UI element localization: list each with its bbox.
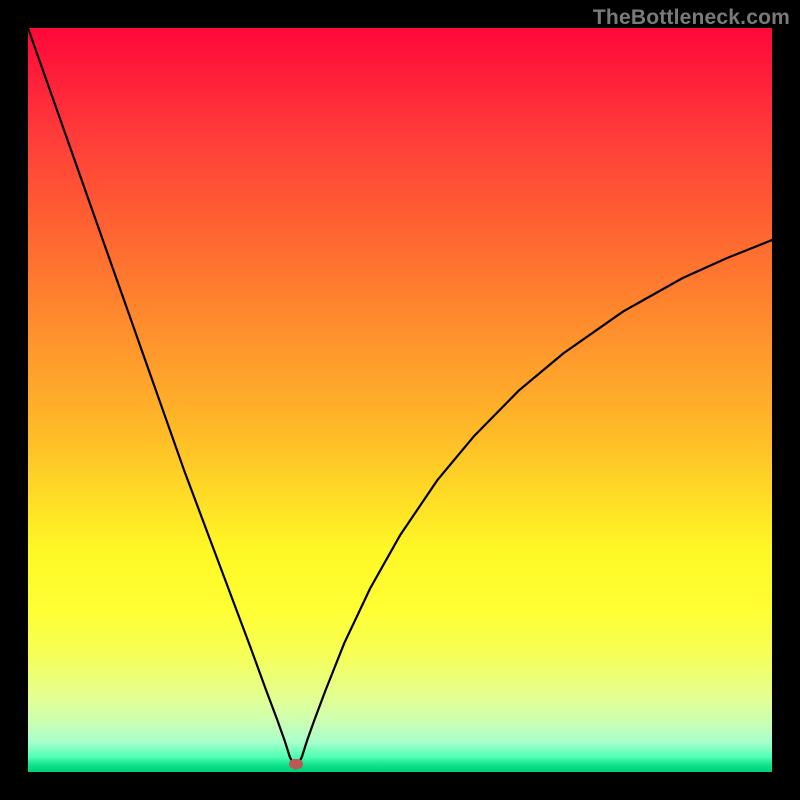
chart-svg	[28, 28, 772, 772]
chart-frame: TheBottleneck.com	[0, 0, 800, 800]
bottleneck-curve	[28, 28, 772, 768]
watermark-text: TheBottleneck.com	[593, 6, 790, 30]
plot-area	[28, 28, 772, 772]
optimal-point-marker	[289, 759, 303, 769]
